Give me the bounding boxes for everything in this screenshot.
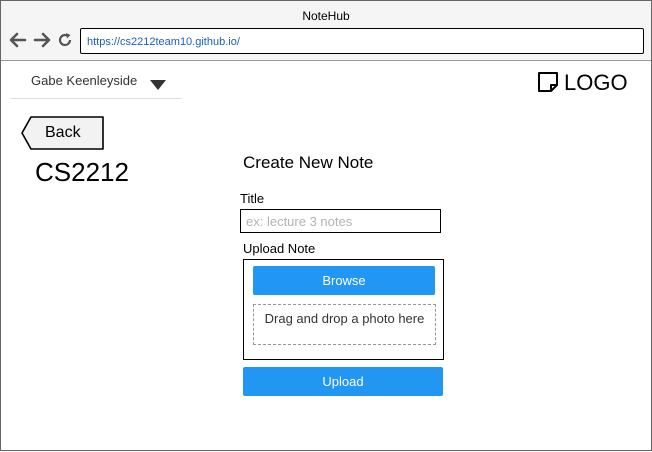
- upload-note-label: Upload Note: [243, 241, 316, 256]
- address-bar[interactable]: https://cs2212team10.github.io/: [80, 28, 644, 54]
- browser-window: NoteHub https://cs2212team10.github.io/ …: [0, 0, 652, 451]
- user-menu-divider: [11, 98, 181, 99]
- back-arrow-icon[interactable]: [9, 31, 27, 49]
- course-title: CS2212: [35, 157, 129, 187]
- title-placeholder: ex: lecture 3 notes: [246, 214, 353, 229]
- drop-zone[interactable]: Drag and drop a photo here: [253, 304, 436, 345]
- back-button-label: Back: [45, 124, 81, 141]
- browser-titlebar: NoteHub https://cs2212team10.github.io/: [1, 1, 651, 61]
- upload-button[interactable]: Upload: [243, 367, 443, 396]
- chevron-down-icon[interactable]: [150, 77, 166, 90]
- logo-text: LOGO: [564, 70, 628, 95]
- forward-arrow-icon[interactable]: [33, 31, 51, 49]
- back-button[interactable]: Back: [21, 116, 105, 150]
- reload-icon[interactable]: [56, 31, 74, 49]
- browse-button[interactable]: Browse: [253, 266, 435, 295]
- drop-zone-text: Drag and drop a photo here: [264, 311, 425, 326]
- url-text: https://cs2212team10.github.io/: [87, 36, 240, 48]
- sticky-note-icon: [537, 71, 559, 93]
- user-menu-name[interactable]: Gabe Keenleyside: [31, 73, 137, 88]
- title-input[interactable]: ex: lecture 3 notes: [240, 209, 441, 233]
- title-label: Title: [240, 191, 265, 206]
- form-heading: Create New Note: [243, 153, 374, 172]
- window-title: NoteHub: [302, 9, 350, 23]
